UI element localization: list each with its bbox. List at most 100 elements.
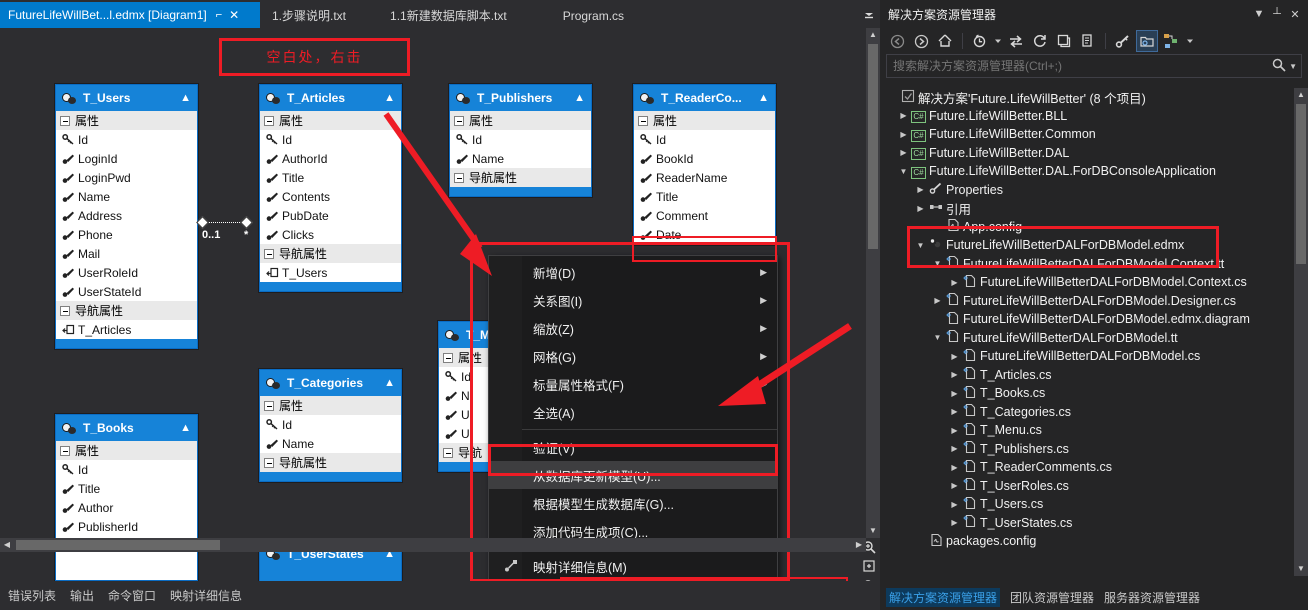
editor-tab-edmx-diagram[interactable]: FutureLifeWillBet...l.edmx [Diagram1] ⌐ … <box>0 2 260 28</box>
property-row[interactable]: Comment <box>634 206 775 225</box>
entity-header[interactable]: T_ReaderCo... ▲ <box>634 85 775 111</box>
search-dropdown-icon[interactable]: ▼ <box>1289 62 1297 71</box>
collapse-icon[interactable] <box>454 115 464 126</box>
chevron-down-icon[interactable] <box>993 30 1003 52</box>
bottom-tool-window-tabs[interactable]: 错误列表 输出 命令窗口 映射详细信息 <box>0 581 880 610</box>
editor-tab-program-cs[interactable]: Program.cs <box>520 3 639 28</box>
entity-t-reader-comments[interactable]: T_ReaderCo... ▲ 属性 Id BookId ReaderName … <box>633 84 776 245</box>
designer-horizontal-scrollbar[interactable]: ◀ ▶ <box>0 538 866 552</box>
solution-explorer-footer-tabs[interactable]: 解决方案资源管理器 团队资源管理器 服务器资源管理器 <box>880 584 1308 610</box>
scroll-down-arrow[interactable]: ▼ <box>866 524 880 538</box>
collapse-icon[interactable] <box>454 172 464 183</box>
expander-collapsed-icon[interactable]: ▶ <box>948 426 961 435</box>
expander-collapsed-icon[interactable]: ▶ <box>948 500 961 509</box>
tab-list-icon[interactable] <box>858 3 880 28</box>
entity-group-navigation[interactable]: 导航属性 <box>56 301 197 320</box>
search-icon[interactable] <box>1272 58 1286 75</box>
entity-t-publishers[interactable]: T_Publishers ▲ 属性 Id Name 导航属性 <box>449 84 592 197</box>
show-all-files-icon[interactable] <box>1077 30 1099 52</box>
tree-node-edmx[interactable]: ▼ FutureLifeWillBetterDALForDBModel.edmx <box>880 236 1294 255</box>
property-row[interactable]: Id <box>450 130 591 149</box>
entity-header[interactable]: T_Books ▲ <box>56 415 197 441</box>
expander-expanded-icon[interactable]: ▼ <box>897 167 910 176</box>
overflow-icon[interactable] <box>1184 30 1196 52</box>
tree-node-project-bll[interactable]: ▶ C# Future.LifeWillBetter.BLL <box>880 107 1294 126</box>
entity-header[interactable]: T_Articles ▲ <box>260 85 401 111</box>
close-icon[interactable]: ✕ <box>1286 8 1304 21</box>
entity-designer-surface[interactable]: T_Users ▲ 属性 Id LoginId LoginPwd Name Ad… <box>0 28 880 581</box>
entity-t-users[interactable]: T_Users ▲ 属性 Id LoginId LoginPwd Name Ad… <box>55 84 198 349</box>
property-row[interactable]: Name <box>56 187 197 206</box>
pending-changes-icon[interactable] <box>969 30 991 52</box>
editor-tab-step-doc[interactable]: 1.步骤说明.txt <box>260 3 361 28</box>
chevron-up-icon[interactable]: ▲ <box>180 422 191 434</box>
property-row[interactable]: Clicks <box>260 225 401 244</box>
context-menu-item-validate[interactable]: 验证(V) <box>489 433 777 461</box>
entity-t-articles[interactable]: T_Articles ▲ 属性 Id AuthorId Title Conten… <box>259 84 402 292</box>
property-row[interactable]: AuthorId <box>260 149 401 168</box>
property-row[interactable]: Contents <box>260 187 401 206</box>
bottom-tab-command-window[interactable]: 命令窗口 <box>108 587 156 604</box>
entity-header[interactable]: T_Categories ▲ <box>260 370 401 396</box>
properties-icon[interactable] <box>1112 30 1134 52</box>
solution-explorer-toolbar[interactable] <box>880 28 1308 54</box>
collapse-icon[interactable] <box>264 248 274 259</box>
context-menu-item-diagram[interactable]: 关系图(I) ▶ <box>489 286 777 314</box>
expander-collapsed-icon[interactable]: ▶ <box>948 407 961 416</box>
chevron-down-icon[interactable]: ▼ <box>1250 8 1268 20</box>
tree-node-model-cs[interactable]: ▶ FutureLifeWillBetterDALForDBModel.cs <box>880 347 1294 366</box>
sync-icon[interactable] <box>1005 30 1027 52</box>
tree-node-references[interactable]: ▶ 引用 <box>880 199 1294 218</box>
navigation-row[interactable]: T_Articles <box>56 320 197 339</box>
tree-node-app-config[interactable]: App.config <box>880 218 1294 237</box>
tree-node-t-articles-cs[interactable]: ▶ T_Articles.cs <box>880 366 1294 385</box>
entity-group-navigation[interactable]: 导航属性 <box>450 168 591 187</box>
entity-header[interactable]: T_Publishers ▲ <box>450 85 591 111</box>
new-folder-icon[interactable] <box>1136 30 1158 52</box>
collapse-icon[interactable] <box>638 115 648 126</box>
tree-node-designer-cs[interactable]: ▶ FutureLifeWillBetterDALForDBModel.Desi… <box>880 292 1294 311</box>
expander-collapsed-icon[interactable]: ▶ <box>948 463 961 472</box>
search-input[interactable] <box>893 59 1273 73</box>
tree-node-t-userroles-cs[interactable]: ▶ T_UserRoles.cs <box>880 477 1294 496</box>
navigation-row[interactable]: T_Users <box>260 263 401 282</box>
tree-node-project-common[interactable]: ▶ C# Future.LifeWillBetter.Common <box>880 125 1294 144</box>
property-row[interactable]: Address <box>56 206 197 225</box>
back-icon[interactable] <box>886 30 908 52</box>
context-menu-item-update-model-from-database[interactable]: 从数据库更新模型(U)... <box>489 461 777 489</box>
property-row[interactable]: ReaderName <box>634 168 775 187</box>
collapse-icon[interactable] <box>264 457 274 468</box>
context-menu-item-add[interactable]: 新增(D) ▶ <box>489 258 777 286</box>
association-connector[interactable]: 0..1 * <box>196 216 260 244</box>
tree-node-t-userstates-cs[interactable]: ▶ T_UserStates.cs <box>880 514 1294 533</box>
refresh-icon[interactable] <box>1029 30 1051 52</box>
property-row[interactable]: Id <box>56 130 197 149</box>
entity-t-categories[interactable]: T_Categories ▲ 属性 Id Name 导航属性 <box>259 369 402 482</box>
context-menu-item-grid[interactable]: 网格(G) ▶ <box>489 342 777 370</box>
view-class-diagram-icon[interactable] <box>1160 30 1182 52</box>
entity-group-properties[interactable]: 属性 <box>260 396 401 415</box>
property-row[interactable]: PublisherId <box>56 517 197 536</box>
entity-group-properties[interactable]: 属性 <box>56 111 197 130</box>
property-row[interactable]: UserRoleId <box>56 263 197 282</box>
expander-collapsed-icon[interactable]: ▶ <box>914 185 927 194</box>
solution-explorer-search[interactable]: ▼ <box>886 54 1302 78</box>
expander-collapsed-icon[interactable]: ▶ <box>914 204 927 213</box>
chevron-up-icon[interactable]: ▲ <box>384 377 395 389</box>
fit-to-window-icon[interactable] <box>860 559 878 573</box>
property-row[interactable]: Name <box>450 149 591 168</box>
tree-node-model-tt[interactable]: ▼ FutureLifeWillBetterDALForDBModel.tt <box>880 329 1294 348</box>
collapse-icon[interactable] <box>60 305 70 316</box>
scroll-down-arrow[interactable]: ▼ <box>1294 562 1308 576</box>
footer-tab-server-explorer[interactable]: 服务器资源管理器 <box>1104 589 1200 606</box>
expander-collapsed-icon[interactable]: ▶ <box>948 481 961 490</box>
property-row[interactable]: Author <box>56 498 197 517</box>
property-row[interactable]: UserStateId <box>56 282 197 301</box>
entity-group-properties[interactable]: 属性 <box>450 111 591 130</box>
collapse-icon[interactable] <box>443 352 453 363</box>
collapse-icon[interactable] <box>60 445 70 456</box>
tree-node-properties[interactable]: ▶ Properties <box>880 181 1294 200</box>
pin-icon[interactable]: ⌐ <box>216 9 222 21</box>
entity-group-properties[interactable]: 属性 <box>634 111 775 130</box>
property-row[interactable]: Id <box>260 130 401 149</box>
